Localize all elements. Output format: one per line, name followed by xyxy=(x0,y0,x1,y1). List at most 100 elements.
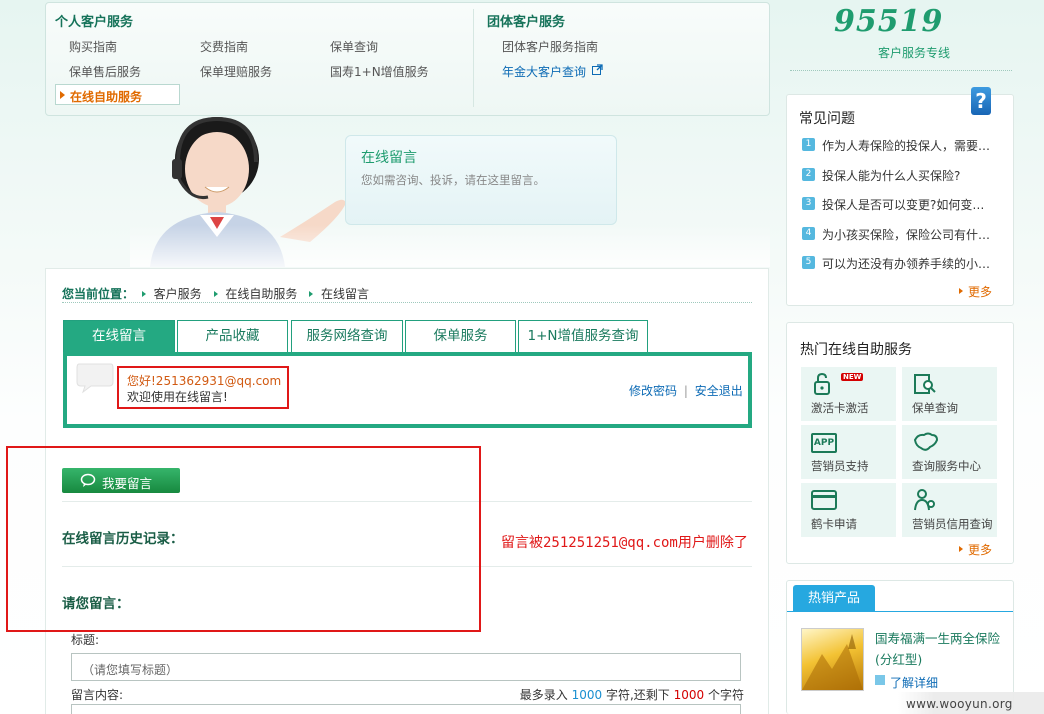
change-password-link[interactable]: 修改密码 xyxy=(629,384,677,398)
breadcrumb-item-self-service[interactable]: 在线自助服务 xyxy=(225,287,297,301)
service-tile-card-activation[interactable]: NEW 激活卡激活 xyxy=(801,367,896,421)
logo-divider xyxy=(790,70,1012,71)
agent-search-icon xyxy=(914,489,935,511)
active-link-label: 在线自助服务 xyxy=(70,90,143,104)
tab-online-message[interactable]: 在线留言 xyxy=(63,320,175,352)
services-more-link[interactable]: 更多 xyxy=(968,541,992,558)
nav-divider xyxy=(473,9,474,107)
breadcrumb-divider xyxy=(62,302,752,303)
tab-network-query[interactable]: 服务网络查询 xyxy=(291,320,403,352)
logout-link[interactable]: 安全退出 xyxy=(695,384,743,398)
title-label: 标题: xyxy=(71,633,100,647)
credit-card-icon xyxy=(811,490,837,510)
product-detail-link[interactable]: 了解详细 xyxy=(890,674,938,691)
question-mark-icon: ? xyxy=(971,87,991,115)
faq-number: 2 xyxy=(802,168,815,181)
app-icon: APP xyxy=(811,433,837,453)
limit-suffix: 个字符 xyxy=(707,688,744,702)
breadcrumb-arrow-icon xyxy=(213,291,218,297)
faq-number: 5 xyxy=(802,256,815,269)
annuity-query-label: 年金大客户查询 xyxy=(502,65,587,79)
faq-item[interactable]: 为小孩买保险，保险公司有什… xyxy=(822,226,997,243)
limit-prefix: 最多录入 xyxy=(519,688,568,702)
search-document-icon xyxy=(914,374,936,394)
limit-mid: 字符,还剩下 xyxy=(605,688,670,702)
personal-service-heading: 个人客户服务 xyxy=(55,15,134,30)
service-label: 查询服务中心 xyxy=(912,459,981,473)
nav-link-after-sales[interactable]: 保单售后服务 xyxy=(69,63,141,80)
limit-max: 1000 xyxy=(571,688,603,702)
china-map-icon xyxy=(913,432,939,451)
chat-bubble-icon xyxy=(76,363,114,394)
nav-link-policy-query[interactable]: 保单查询 xyxy=(330,38,378,55)
banner-speech-bubble: 在线留言 您如需咨询、投诉，请在这里留言。 xyxy=(345,135,617,225)
hotline-number: 95519 xyxy=(834,4,944,39)
link-separator: | xyxy=(683,384,688,398)
tab-underline xyxy=(787,611,1013,612)
service-label: 营销员支持 xyxy=(811,459,869,473)
faq-item[interactable]: 投保人能为什么人买保险? xyxy=(822,167,997,184)
service-tile-agent-support[interactable]: APP 营销员支持 xyxy=(801,425,896,479)
watermark: www.wooyun.org xyxy=(906,697,1013,711)
limit-remaining: 1000 xyxy=(673,688,705,702)
user-info-panel: 您好!251362931@qq.com 欢迎使用在线留言! 修改密码 | 安全退… xyxy=(63,352,752,428)
unlock-icon xyxy=(814,372,830,395)
service-tile-policy-query[interactable]: 保单查询 xyxy=(902,367,997,421)
content-textarea[interactable] xyxy=(71,704,741,714)
service-nav-panel: 个人客户服务 购买指南 交费指南 保单查询 保单售后服务 保单理赔服务 国寿1+… xyxy=(45,2,770,116)
faq-number: 1 xyxy=(802,138,815,151)
faq-item[interactable]: 作为人寿保险的投保人，需要… xyxy=(822,137,997,154)
breadcrumb-label: 您当前位置： xyxy=(62,287,135,301)
more-arrow-icon xyxy=(959,546,963,552)
tab-value-added-query[interactable]: 1+N增值服务查询 xyxy=(518,320,648,352)
nav-link-purchase-guide[interactable]: 购买指南 xyxy=(69,38,117,55)
service-tile-agent-credit[interactable]: 营销员信用查询 xyxy=(902,483,997,537)
tab-policy-service[interactable]: 保单服务 xyxy=(405,320,516,352)
nav-link-payment-guide[interactable]: 交费指南 xyxy=(200,38,248,55)
product-thumbnail[interactable] xyxy=(801,628,864,691)
service-label: 保单查询 xyxy=(912,401,958,415)
welcome-text: 欢迎使用在线留言! xyxy=(127,390,228,404)
service-tile-service-center[interactable]: 查询服务中心 xyxy=(902,425,997,479)
more-arrow-icon xyxy=(959,288,963,294)
hotline-subtitle: 客户服务专线 xyxy=(878,46,951,60)
hot-services-title: 热门在线自助服务 xyxy=(800,342,912,358)
content-label: 留言内容: xyxy=(71,688,124,702)
account-links: 修改密码 | 安全退出 xyxy=(629,382,743,399)
annotation-text: 留言被251251251@qq.com用户删除了 xyxy=(501,535,748,551)
char-limit-note: 最多录入 1000 字符,还剩下 1000 个字符 xyxy=(520,686,744,703)
tab-product-favorites[interactable]: 产品收藏 xyxy=(177,320,288,352)
faq-number: 4 xyxy=(802,227,815,240)
faq-panel: 常见问题 ? 1 作为人寿保险的投保人，需要… 2 投保人能为什么人买保险? 3… xyxy=(786,87,1014,306)
faq-item[interactable]: 投保人是否可以变更?如何变… xyxy=(822,196,997,213)
breadcrumb: 您当前位置： 客户服务 在线自助服务 在线留言 xyxy=(62,285,369,302)
service-label: 营销员信用查询 xyxy=(912,517,993,531)
nav-link-annuity-query[interactable]: 年金大客户查询 xyxy=(502,63,603,80)
faq-number: 3 xyxy=(802,197,815,210)
breadcrumb-arrow-icon xyxy=(309,291,314,297)
title-input[interactable]: （请您填写标题） xyxy=(71,653,741,681)
nav-link-group-guide[interactable]: 团体客户服务指南 xyxy=(502,38,598,55)
nav-link-self-service-active[interactable]: 在线自助服务 xyxy=(55,84,180,105)
faq-title: 常见问题 xyxy=(799,111,855,127)
nav-link-claims[interactable]: 保单理赔服务 xyxy=(200,63,272,80)
new-badge: NEW xyxy=(841,373,864,381)
banner-title: 在线留言 xyxy=(361,150,417,166)
service-label: 鹤卡申请 xyxy=(811,517,857,531)
hot-products-tab[interactable]: 热销产品 xyxy=(793,585,875,612)
service-label: 激活卡激活 xyxy=(811,401,869,415)
breadcrumb-item-service[interactable]: 客户服务 xyxy=(154,287,202,301)
service-tile-card-apply[interactable]: 鹤卡申请 xyxy=(801,483,896,537)
breadcrumb-item-online-message[interactable]: 在线留言 xyxy=(321,287,369,301)
annotation-highlight-box xyxy=(6,446,481,632)
nav-link-value-added[interactable]: 国寿1+N增值服务 xyxy=(330,63,429,80)
breadcrumb-arrow-icon xyxy=(141,291,146,297)
faq-item[interactable]: 可以为还没有办领养手续的小… xyxy=(822,255,997,272)
detail-arrow-icon xyxy=(875,675,885,685)
faq-more-link[interactable]: 更多 xyxy=(968,283,992,300)
group-service-heading: 团体客户服务 xyxy=(487,15,566,30)
hotline-logo: 95519 客户服务专线 xyxy=(832,4,992,62)
banner-subtitle: 您如需咨询、投诉，请在这里留言。 xyxy=(361,173,545,187)
external-link-icon xyxy=(591,64,603,75)
product-name-link[interactable]: 国寿福满一生两全保险(分红型) xyxy=(875,628,1005,670)
